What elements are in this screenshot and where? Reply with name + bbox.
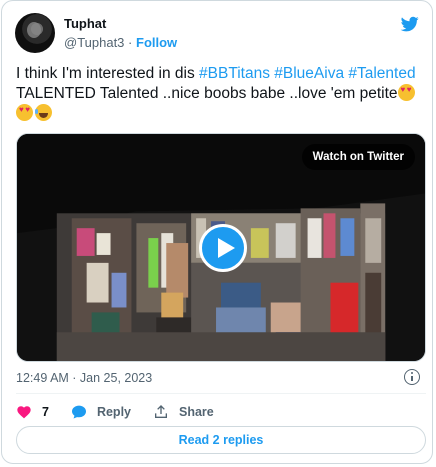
play-icon[interactable] [199,224,247,272]
follow-link[interactable]: Follow [136,35,177,50]
timestamp[interactable]: 12:49 AM · Jan 25, 2023 [16,371,152,385]
tweet-text: I think I'm interested in dis #BBTitans … [16,64,426,124]
read-replies-button[interactable]: Read 2 replies [16,426,426,454]
speech-bubble-icon [71,405,86,419]
user-name[interactable]: Tuphat [64,16,106,31]
hashtag-talented[interactable]: #Talented [348,65,415,82]
handle-row: @Tuphat3 · Follow [64,35,177,50]
tweet-text-body: TALENTED Talented ..nice boobs babe ..lo… [16,85,398,102]
avatar[interactable] [15,13,55,53]
twitter-bird-icon[interactable] [400,15,420,33]
heart-eyes-emoji-icon [397,84,415,101]
reply-button[interactable]: Reply [71,404,131,420]
hashtag-blueaiva[interactable]: #BlueAiva [274,65,344,82]
user-handle[interactable]: @Tuphat3 [64,35,124,50]
like-count: 7 [42,405,49,419]
share-icon [155,405,167,418]
action-bar: 7 Reply Share [16,403,236,421]
heart-eyes-emoji-icon [16,104,33,121]
info-icon[interactable] [404,369,420,385]
tweet-card: Tuphat @Tuphat3 · Follow I think I'm int… [1,0,433,464]
tweet-text-prefix: I think I'm interested in dis [16,65,200,82]
tears-of-joy-emoji-icon [35,104,52,121]
video-player[interactable]: Watch on Twitter [16,133,426,362]
share-button[interactable]: Share [153,404,214,420]
share-label: Share [179,405,214,419]
heart-icon [17,406,31,419]
watch-on-twitter-button[interactable]: Watch on Twitter [301,144,415,170]
divider [16,393,426,394]
like-button[interactable]: 7 [16,404,49,420]
separator: · [128,35,133,50]
hashtag-bbtitans[interactable]: #BBTitans [199,65,270,82]
reply-label: Reply [96,405,131,419]
